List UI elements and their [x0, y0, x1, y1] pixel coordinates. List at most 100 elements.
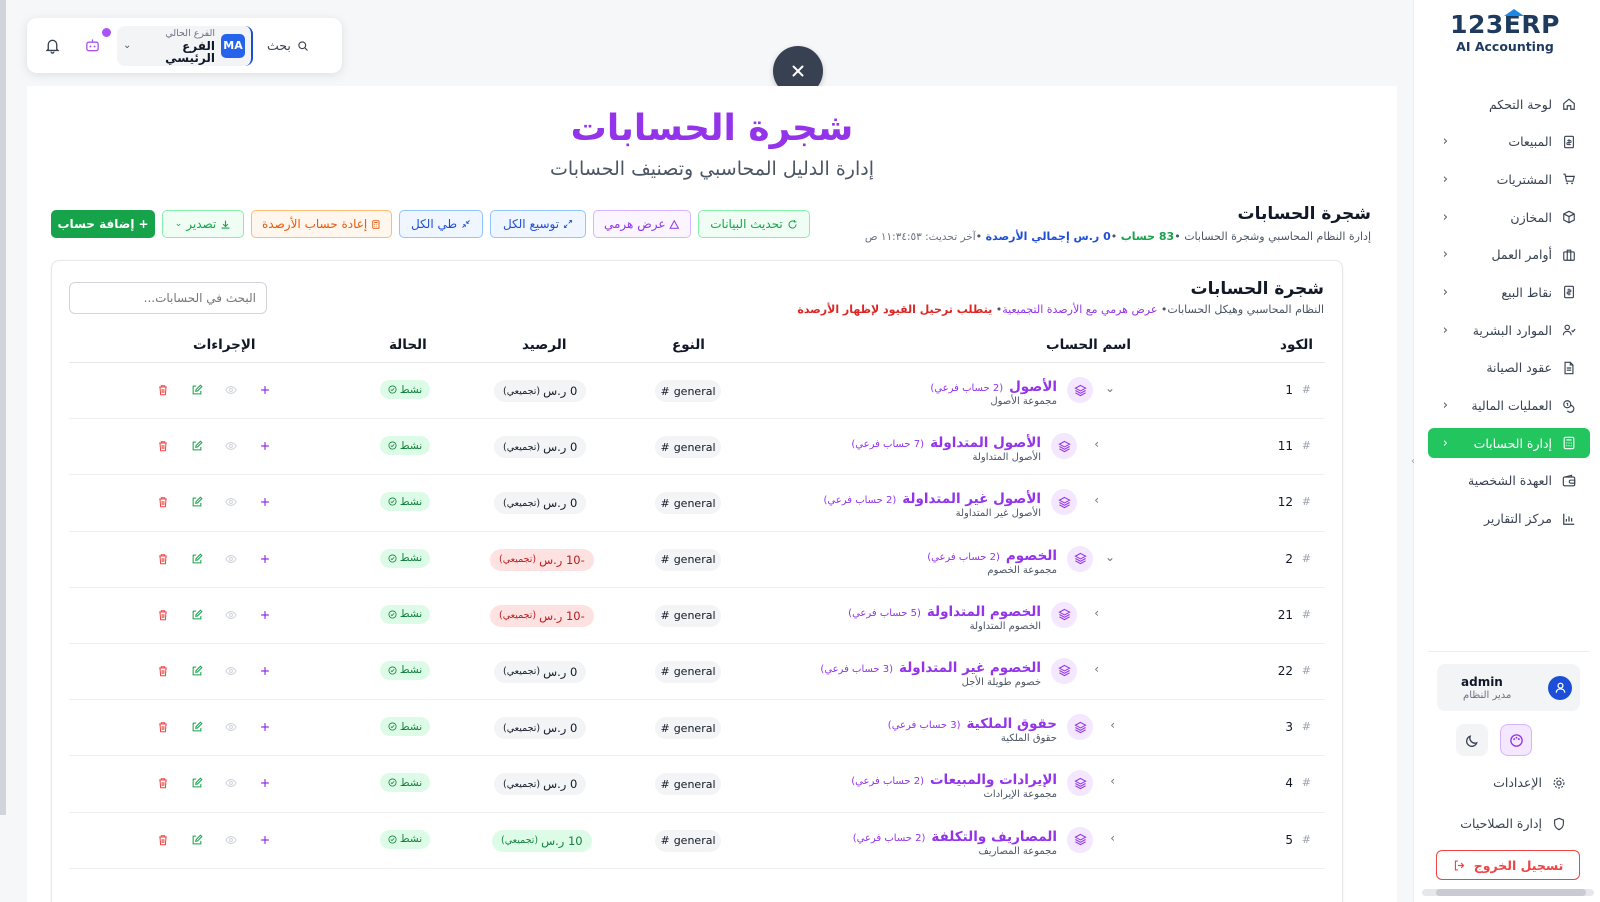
sidebar-item-6[interactable]: الموارد البشرية ‹: [1428, 315, 1590, 345]
color-theme-button[interactable]: [1500, 724, 1532, 756]
chevron-left-icon: ‹: [1442, 322, 1448, 338]
delete-button[interactable]: [155, 832, 171, 848]
delete-button[interactable]: [155, 438, 171, 454]
edit-button[interactable]: [189, 719, 205, 735]
add-sub-account-button[interactable]: [257, 719, 273, 735]
dark-mode-button[interactable]: [1456, 724, 1488, 756]
delete-button[interactable]: [155, 663, 171, 679]
chevron-down-icon[interactable]: ⌄: [1105, 550, 1115, 564]
account-name[interactable]: الأصول: [1009, 379, 1057, 395]
user-card[interactable]: admin مدير النظام: [1437, 664, 1580, 711]
view-button[interactable]: [223, 438, 239, 454]
sidebar-collapse-handle[interactable]: ›: [1406, 450, 1420, 472]
delete-button[interactable]: [155, 719, 171, 735]
add-sub-account-button[interactable]: [257, 607, 273, 623]
view-button[interactable]: [223, 719, 239, 735]
table-row[interactable]: #2 ⌄ الخصوم (2 حساب فرعي) مجموعة الخصوم # gene…: [69, 532, 1325, 588]
table-row[interactable]: #11 ‹ الأصول المتداولة (7 حساب فرعي) الأصول …: [69, 419, 1325, 476]
search-button[interactable]: بحث: [267, 38, 309, 53]
view-button[interactable]: [223, 775, 239, 791]
add-sub-account-button[interactable]: [257, 832, 273, 848]
add-sub-account-button[interactable]: [257, 663, 273, 679]
account-name[interactable]: الخصوم: [1006, 548, 1057, 564]
bell-icon[interactable]: [41, 35, 63, 57]
logout-button[interactable]: تسجيل الخروج: [1436, 850, 1580, 880]
chevron-down-icon[interactable]: ⌄: [1105, 381, 1115, 395]
edit-button[interactable]: [189, 663, 205, 679]
add-sub-account-button[interactable]: [257, 382, 273, 398]
account-name[interactable]: الخصوم غير المتداولة: [899, 660, 1041, 676]
sidebar-item-8[interactable]: العمليات المالية ‹: [1428, 391, 1590, 421]
chevron-left-icon[interactable]: ‹: [1110, 718, 1115, 732]
delete-button[interactable]: [155, 607, 171, 623]
add-sub-account-button[interactable]: [257, 551, 273, 567]
account-name[interactable]: الأصول غير المتداولة: [902, 491, 1041, 507]
sidebar-item-11[interactable]: مركز التقارير: [1428, 504, 1590, 534]
table-row[interactable]: #3 ‹ حقوق الملكية (3 حساب فرعي) حقوق الملكية…: [69, 700, 1325, 757]
sidebar-item-4[interactable]: أوامر العمل ‹: [1428, 240, 1590, 270]
collapse-all-button[interactable]: طي الكل: [399, 210, 483, 238]
account-name[interactable]: حقوق الملكية: [967, 716, 1058, 732]
account-name[interactable]: المصاريف والتكلفة: [931, 829, 1057, 845]
edit-button[interactable]: [189, 551, 205, 567]
delete-button[interactable]: [155, 494, 171, 510]
left-scrollbar[interactable]: [0, 0, 6, 815]
table-row[interactable]: #1 ⌄ الأصول (2 حساب فرعي) مجموعة الأصول # gene…: [69, 363, 1325, 420]
table-row[interactable]: #12 ‹ الأصول غير المتداولة (2 حساب فرعي) الأ…: [69, 475, 1325, 532]
table-row[interactable]: #21 ‹ الخصوم المتداولة (5 حساب فرعي) الخصوم …: [69, 588, 1325, 644]
view-button[interactable]: [223, 494, 239, 510]
view-button[interactable]: [223, 607, 239, 623]
view-button[interactable]: [223, 551, 239, 567]
chevron-left-icon[interactable]: ‹: [1110, 774, 1115, 788]
edit-button[interactable]: [189, 494, 205, 510]
delete-button[interactable]: [155, 775, 171, 791]
sidebar-item-3[interactable]: المخازن ‹: [1428, 202, 1590, 232]
add-sub-account-button[interactable]: [257, 775, 273, 791]
sub-account-count: (2 حساب فرعي): [851, 776, 924, 788]
add-sub-account-button[interactable]: [257, 438, 273, 454]
user-name: admin: [1461, 675, 1503, 689]
sidebar-item-2[interactable]: المشتريات ‹: [1428, 164, 1590, 194]
table-row[interactable]: #5 ‹ المصاريف والتكلفة (2 حساب فرعي) مجموعة …: [69, 813, 1325, 869]
account-name[interactable]: الخصوم المتداولة: [927, 604, 1041, 620]
edit-button[interactable]: [189, 775, 205, 791]
account-name[interactable]: الأصول المتداولة: [930, 435, 1041, 451]
brand-logo[interactable]: 123ERP AI Accounting: [1440, 9, 1570, 54]
edit-button[interactable]: [189, 832, 205, 848]
edit-button[interactable]: [189, 438, 205, 454]
tree-view-button[interactable]: عرض هرمي: [593, 210, 691, 238]
add-account-button[interactable]: إضافة حساب +: [51, 210, 155, 238]
sidebar-item-9[interactable]: إدارة الحسابات ‹: [1428, 428, 1590, 459]
branch-selector[interactable]: ⌄ الفرع الحالي الفرع الرئيسي MA: [117, 25, 253, 66]
sidebar-item-1[interactable]: المبيعات ‹: [1428, 127, 1590, 157]
edit-button[interactable]: [189, 382, 205, 398]
view-button[interactable]: [223, 382, 239, 398]
chevron-left-icon[interactable]: ‹: [1110, 831, 1115, 845]
ai-assistant-button[interactable]: [81, 27, 111, 57]
edit-button[interactable]: [189, 607, 205, 623]
table-row[interactable]: #22 ‹ الخصوم غير المتداولة (3 حساب فرعي) خصو…: [69, 644, 1325, 701]
settings-link[interactable]: الإعدادات: [1493, 775, 1566, 790]
expand-all-button[interactable]: توسيع الكل: [490, 210, 586, 238]
delete-button[interactable]: [155, 551, 171, 567]
sidebar-item-5[interactable]: نقاط البيع ‹: [1428, 277, 1590, 307]
chevron-left-icon[interactable]: ‹: [1094, 662, 1099, 676]
refresh-data-button[interactable]: تحديث البيانات: [698, 210, 810, 238]
delete-button[interactable]: [155, 382, 171, 398]
sidebar-item-7[interactable]: عقود الصيانة: [1428, 353, 1590, 383]
accounts-search-input[interactable]: [69, 282, 267, 314]
chevron-left-icon[interactable]: ‹: [1094, 493, 1099, 507]
permissions-link[interactable]: إدارة الصلاحيات: [1460, 816, 1566, 831]
table-row[interactable]: #4 ‹ الإيرادات والمبيعات (2 حساب فرعي) مجموع…: [69, 756, 1325, 813]
sidebar-scrollbar[interactable]: [1422, 889, 1594, 896]
chevron-left-icon[interactable]: ‹: [1094, 606, 1099, 620]
recalculate-balances-button[interactable]: إعادة حساب الأرصدة: [251, 210, 392, 238]
view-button[interactable]: [223, 663, 239, 679]
export-button[interactable]: ⌄ تصدير: [162, 210, 244, 238]
sidebar-item-10[interactable]: العهدة الشخصية: [1428, 466, 1590, 496]
account-name[interactable]: الإيرادات والمبيعات: [930, 772, 1057, 788]
sidebar-item-0[interactable]: لوحة التحكم: [1428, 89, 1590, 119]
chevron-left-icon[interactable]: ‹: [1094, 437, 1099, 451]
view-button[interactable]: [223, 832, 239, 848]
add-sub-account-button[interactable]: [257, 494, 273, 510]
